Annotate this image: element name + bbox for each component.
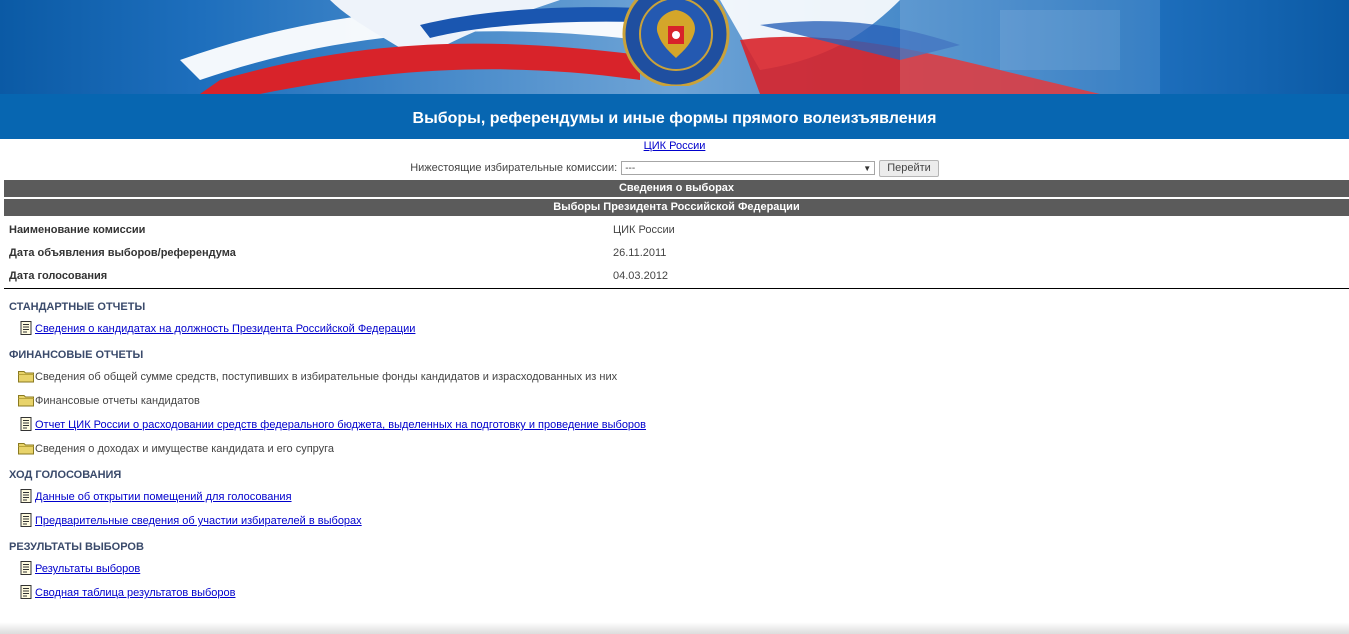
info-label: Дата голосования: [9, 269, 108, 282]
info-value: 04.03.2012: [613, 269, 669, 282]
folder-icon: [18, 441, 34, 455]
info-value: 26.11.2011: [613, 246, 667, 259]
report-item: Сведения о доходах и имуществе кандидата…: [9, 434, 1339, 458]
report-folder-label: Финансовые отчеты кандидатов: [35, 395, 200, 407]
document-icon: [18, 489, 34, 503]
report-link[interactable]: Отчет ЦИК России о расходовании средств …: [35, 418, 646, 432]
report-link[interactable]: Результаты выборов: [35, 562, 140, 576]
report-item[interactable]: Данные об открытии помещений для голосов…: [9, 482, 1339, 506]
report-item: Сведения об общей сумме средств, поступи…: [9, 362, 1339, 386]
chevron-down-icon: ▼: [863, 164, 872, 173]
folder-icon: [18, 369, 34, 383]
document-icon: [18, 417, 34, 431]
report-item[interactable]: Сведения о кандидатах на должность Прези…: [9, 314, 1339, 338]
section-heading: ХОД ГОЛОСОВАНИЯ: [9, 469, 122, 481]
report-link[interactable]: Сводная таблица результатов выборов: [35, 586, 235, 600]
lower-commissions-label: Нижестоящие избирательные комиссии:: [410, 162, 618, 174]
page-title: Выборы, референдумы и иные формы прямого…: [0, 94, 1349, 139]
election-name-header: Выборы Президента Российской Федерации: [4, 199, 1349, 216]
document-icon: [18, 321, 34, 335]
report-link[interactable]: Сведения о кандидатах на должность Прези…: [35, 322, 415, 336]
info-label: Наименование комиссии: [9, 223, 146, 236]
lower-commissions-select[interactable]: --- ▼: [621, 161, 876, 175]
bottom-edge: [0, 622, 1349, 634]
site-banner: Выборы, референдумы и иные формы прямого…: [0, 0, 1349, 139]
report-link[interactable]: Предварительные сведения об участии изби…: [35, 514, 362, 528]
election-info-table: Наименование комиссии ЦИК России Дата об…: [9, 218, 1349, 287]
document-icon: [18, 513, 34, 527]
cik-russia-link[interactable]: ЦИК России: [644, 140, 706, 152]
info-row-announcement-date: Дата объявления выборов/референдума 26.1…: [9, 241, 1349, 264]
reports-sections: СТАНДАРТНЫЕ ОТЧЕТЫ Сведения о кандидатах …: [9, 300, 1339, 612]
report-item[interactable]: Результаты выборов: [9, 554, 1339, 578]
section-heading: РЕЗУЛЬТАТЫ ВЫБОРОВ: [9, 541, 144, 553]
report-folder-label: Сведения об общей сумме средств, поступи…: [35, 371, 618, 383]
info-value: ЦИК России: [613, 223, 675, 236]
info-row-voting-date: Дата голосования 04.03.2012: [9, 264, 1349, 287]
cik-russia-link-wrap: ЦИК России: [0, 139, 1349, 153]
election-info-header: Сведения о выборах: [4, 180, 1349, 197]
report-link[interactable]: Данные об открытии помещений для голосов…: [35, 490, 292, 504]
section-heading: ФИНАНСОВЫЕ ОТЧЕТЫ: [9, 349, 144, 361]
lower-commissions-row: Нижестоящие избирательные комиссии: --- …: [0, 159, 1349, 177]
section-heading: СТАНДАРТНЫЕ ОТЧЕТЫ: [9, 301, 146, 313]
report-item: Финансовые отчеты кандидатов: [9, 386, 1339, 410]
report-folder-label: Сведения о доходах и имуществе кандидата…: [35, 443, 335, 455]
document-icon: [18, 585, 34, 599]
report-item[interactable]: Предварительные сведения об участии изби…: [9, 506, 1339, 530]
folder-icon: [18, 393, 34, 407]
document-icon: [18, 561, 34, 575]
divider: [4, 288, 1349, 289]
report-item[interactable]: Отчет ЦИК России о расходовании средств …: [9, 410, 1339, 434]
go-button[interactable]: Перейти: [879, 159, 939, 177]
cik-emblem-logo: [622, 0, 730, 86]
select-value: ---: [625, 163, 636, 174]
info-label: Дата объявления выборов/референдума: [9, 246, 236, 259]
info-row-commission: Наименование комиссии ЦИК России: [9, 218, 1349, 241]
report-item[interactable]: Сводная таблица результатов выборов: [9, 578, 1339, 602]
